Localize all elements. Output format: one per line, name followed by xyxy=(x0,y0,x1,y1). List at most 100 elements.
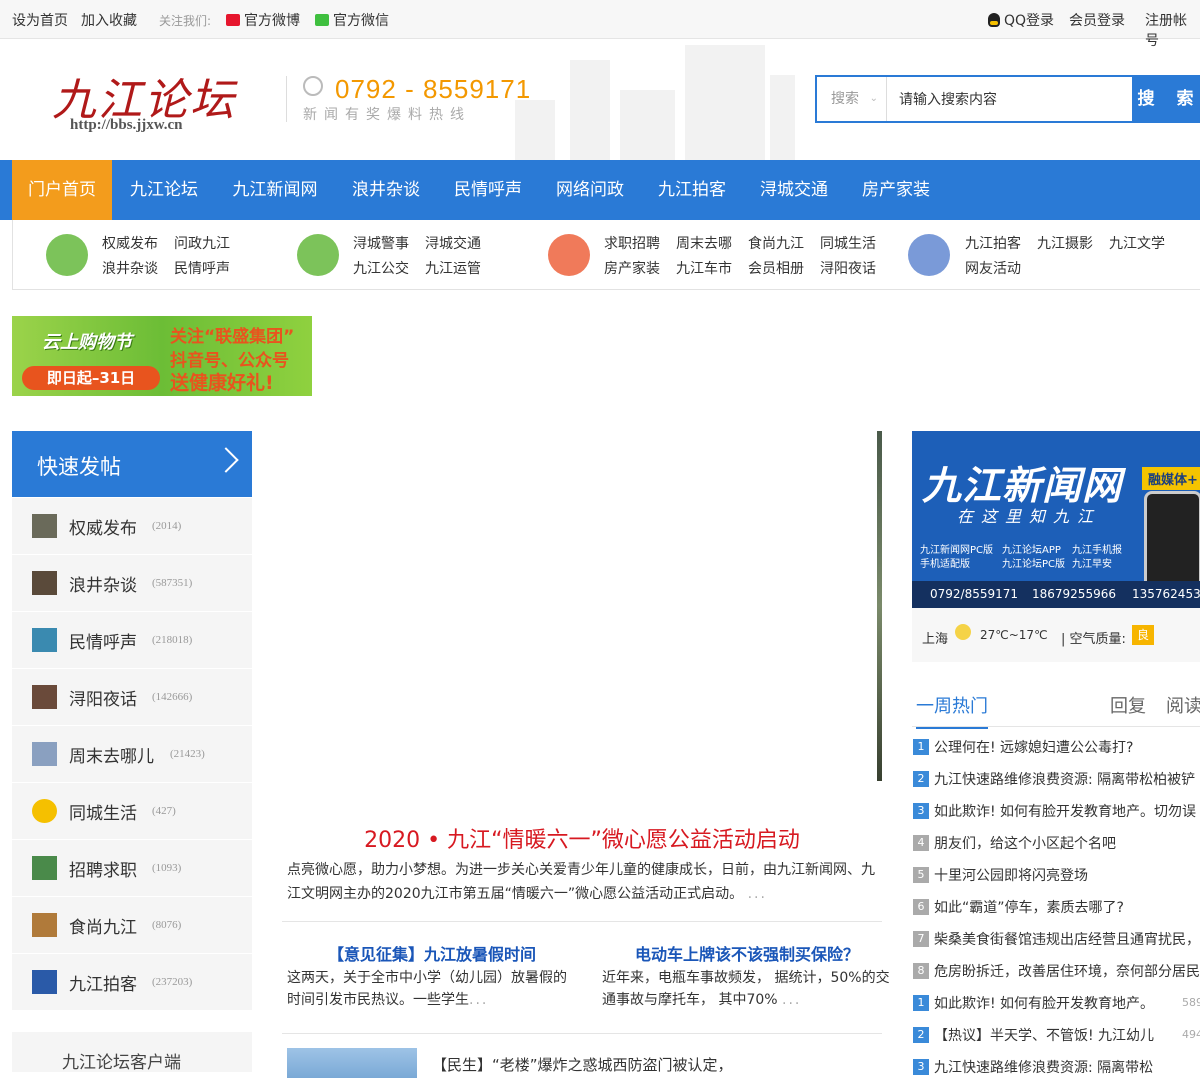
hot-title: 柴桑美食街餐馆违规出店经营且通宵扰民， xyxy=(934,932,1200,948)
rank-badge: 4 xyxy=(913,835,929,851)
tab-weekly-hot[interactable]: 一周热门 xyxy=(916,692,988,729)
forum-count: (8076) xyxy=(152,919,182,931)
nav-item-home[interactable]: 门户首页 xyxy=(12,160,112,220)
subnav-link[interactable]: 民情呼声 xyxy=(174,258,230,278)
subnav-link[interactable]: 问政九江 xyxy=(174,233,230,253)
member-login-link[interactable]: 会员登录 xyxy=(1069,10,1125,30)
subnav-link[interactable]: 浪井杂谈 xyxy=(102,258,158,278)
forum-count: (427) xyxy=(152,805,176,817)
list-item[interactable]: 民情呼声 (218018) xyxy=(12,612,252,669)
nav-item-pake[interactable]: 九江拍客 xyxy=(642,160,742,220)
quick-post-button[interactable]: 快速发帖 xyxy=(12,431,252,497)
search-button[interactable]: 搜 索 xyxy=(1132,75,1200,123)
qq-login-link[interactable]: QQ登录 xyxy=(988,10,1054,30)
image-slider[interactable] xyxy=(281,431,882,781)
forum-name: 权威发布 xyxy=(69,519,137,539)
wechat-link[interactable]: 官方微信 xyxy=(315,10,389,30)
search-input[interactable] xyxy=(889,77,1141,123)
news-item-link[interactable]: 【民生】“老楼”爆炸之惑城西防盗门被认定， xyxy=(432,1054,733,1075)
tab-read[interactable]: 阅读 xyxy=(1166,692,1200,718)
nav-item-minqing[interactable]: 民情呼声 xyxy=(438,160,538,220)
subnav-link[interactable]: 房产家装 xyxy=(604,258,660,278)
search-box: 搜索 ⌄ 搜 索 xyxy=(815,75,1200,123)
rank-badge: 3 xyxy=(913,803,929,819)
weibo-link[interactable]: 官方微博 xyxy=(226,10,300,30)
subnav-link[interactable]: 浔阳夜话 xyxy=(820,258,876,278)
register-link[interactable]: 注册帐号 xyxy=(1145,10,1200,50)
promo-banner[interactable]: 云上购物节 即日起–31日 关注“联盛集团” 抖音号、公众号 送健康好礼! xyxy=(12,316,312,396)
follow-us-label: 关注我们: xyxy=(159,14,212,28)
banner-line1: 关注“联盛集团” xyxy=(170,327,295,347)
sub-news-desc: 近年来，电瓶车事故频发， 据统计，50%的交通事故与摩托车， 其中70% ... xyxy=(602,967,892,1011)
hot-title: 如此“霸道”停车，素质去哪了? xyxy=(934,900,1124,916)
nav-item-forum[interactable]: 九江论坛 xyxy=(114,160,214,220)
list-item[interactable]: 权威发布 (2014) xyxy=(12,498,252,555)
ad-contacts: 0792/8559171 18679255966 13576245343 xyxy=(912,581,1200,608)
subnav-link[interactable]: 九江运管 xyxy=(425,258,481,278)
list-item[interactable]: 浔阳夜话 (142666) xyxy=(12,669,252,726)
sub-news-1: 【意见征集】九江放暑假时间 这两天，关于全市中小学（幼儿园）放暑假的时间引发市民… xyxy=(287,941,577,1011)
banner-line3: 送健康好礼! xyxy=(170,372,274,394)
table-row[interactable]: 7 柴桑美食街餐馆违规出店经营且通宵扰民， xyxy=(912,923,1200,955)
sun-icon xyxy=(955,624,971,640)
ad-tag: 融媒体+ xyxy=(1142,467,1200,490)
sub-news-title[interactable]: 电动车上牌该不该强制买保险？ xyxy=(602,941,892,967)
subnav-link[interactable]: 食尚九江 xyxy=(748,233,804,253)
list-item[interactable]: 九江拍客 (237203) xyxy=(12,954,252,1011)
news-thumbnail[interactable] xyxy=(287,1048,417,1078)
table-row[interactable]: 2 九江快速路维修浪费资源: 隔离带松柏被铲 xyxy=(912,763,1200,795)
table-row[interactable]: 6 如此“霸道”停车，素质去哪了? xyxy=(912,891,1200,923)
news-site-ad[interactable]: 九江新闻网 融媒体+ 在这里知九江 九江新闻网PC版 手机适配版 九江论坛APP… xyxy=(912,431,1200,608)
forum-count: (1093) xyxy=(152,862,182,874)
nav-item-langjing[interactable]: 浪井杂谈 xyxy=(336,160,436,220)
table-row[interactable]: 4 朋友们，给这个小区起个名吧 xyxy=(912,827,1200,859)
nav-item-news[interactable]: 九江新闻网 xyxy=(220,160,330,220)
forum-count: (237203) xyxy=(152,976,193,988)
nav-item-house[interactable]: 房产家装 xyxy=(846,160,946,220)
subnav-link[interactable]: 九江拍客 xyxy=(965,233,1021,253)
subnav-link[interactable]: 网友活动 xyxy=(965,258,1021,278)
table-row[interactable]: 2 【热议】半天学、不管饭! 九江幼儿 494 xyxy=(912,1019,1200,1051)
table-row[interactable]: 3 九江快速路维修浪费资源: 隔离带松 xyxy=(912,1051,1200,1083)
chevron-down-icon: ⌄ xyxy=(869,93,878,104)
ad-small-text: 手机适配版 xyxy=(920,559,970,570)
list-item[interactable]: 同城生活 (427) xyxy=(12,783,252,840)
subnav-link[interactable]: 浔城交通 xyxy=(425,233,481,253)
table-row[interactable]: 5 十里河公园即将闪亮登场 xyxy=(912,859,1200,891)
sub-news-desc-text: 这两天，关于全市中小学（幼儿园）放暑假的时间引发市民热议。一些学生 xyxy=(287,970,567,1008)
headline-link[interactable]: 2020 • 九江“情暖六一”微心愿公益活动启动 xyxy=(282,822,882,854)
search-scope-select[interactable]: 搜索 ⌄ xyxy=(817,77,887,121)
hotline-label: 新闻有奖爆料热线 xyxy=(303,107,471,123)
subnav-link[interactable]: 九江文学 xyxy=(1109,233,1165,253)
subnav-link[interactable]: 九江摄影 xyxy=(1037,233,1093,253)
subnav-link[interactable]: 求职招聘 xyxy=(604,233,660,253)
sub-news-title[interactable]: 【意见征集】九江放暑假时间 xyxy=(287,941,577,967)
add-favorite-link[interactable]: 加入收藏 xyxy=(81,10,137,30)
list-item[interactable]: 周末去哪儿 (21423) xyxy=(12,726,252,783)
subnav-link[interactable]: 浔城警事 xyxy=(353,233,409,253)
table-row[interactable]: 1 公理何在! 远嫁媳妇遭公公毒打? xyxy=(912,731,1200,763)
subnav-link[interactable]: 周末去哪 xyxy=(676,233,732,253)
forum-list: 权威发布 (2014) 浪井杂谈 (587351) 民情呼声 (218018) 浔阳夜… xyxy=(12,498,252,1011)
weather-temp: 27℃~17℃ xyxy=(980,628,1048,642)
hot-count: 494 xyxy=(1182,1028,1200,1041)
list-item[interactable]: 食尚九江 (8076) xyxy=(12,897,252,954)
subnav-link[interactable]: 九江公交 xyxy=(353,258,409,278)
subnav-link[interactable]: 同城生活 xyxy=(820,233,876,253)
list-item[interactable]: 招聘求职 (1093) xyxy=(12,840,252,897)
list-item[interactable]: 浪井杂谈 (587351) xyxy=(12,555,252,612)
hot-count: 589 xyxy=(1182,996,1200,1009)
table-row[interactable]: 3 如此欺诈! 如何有脸开发教育地产。切勿误 xyxy=(912,795,1200,827)
table-row[interactable]: 8 危房盼拆迁，改善居住环境，奈何部分居民 xyxy=(912,955,1200,987)
table-row[interactable]: 1 如此欺诈! 如何有脸开发教育地产。 589 xyxy=(912,987,1200,1019)
subnav-link[interactable]: 会员相册 xyxy=(748,258,804,278)
subnav-link[interactable]: 九江车市 xyxy=(676,258,732,278)
tab-reply[interactable]: 回复 xyxy=(1110,692,1146,718)
subnav-link[interactable]: 权威发布 xyxy=(102,233,158,253)
weather-city: 上海 xyxy=(922,632,949,647)
quick-post-label: 快速发帖 xyxy=(37,455,121,479)
nav-item-traffic[interactable]: 浔城交通 xyxy=(744,160,844,220)
nav-item-wenzheng[interactable]: 网络问政 xyxy=(540,160,640,220)
client-download-box[interactable]: 九江论坛客户端 xyxy=(12,1032,252,1073)
set-home-link[interactable]: 设为首页 xyxy=(12,10,68,30)
